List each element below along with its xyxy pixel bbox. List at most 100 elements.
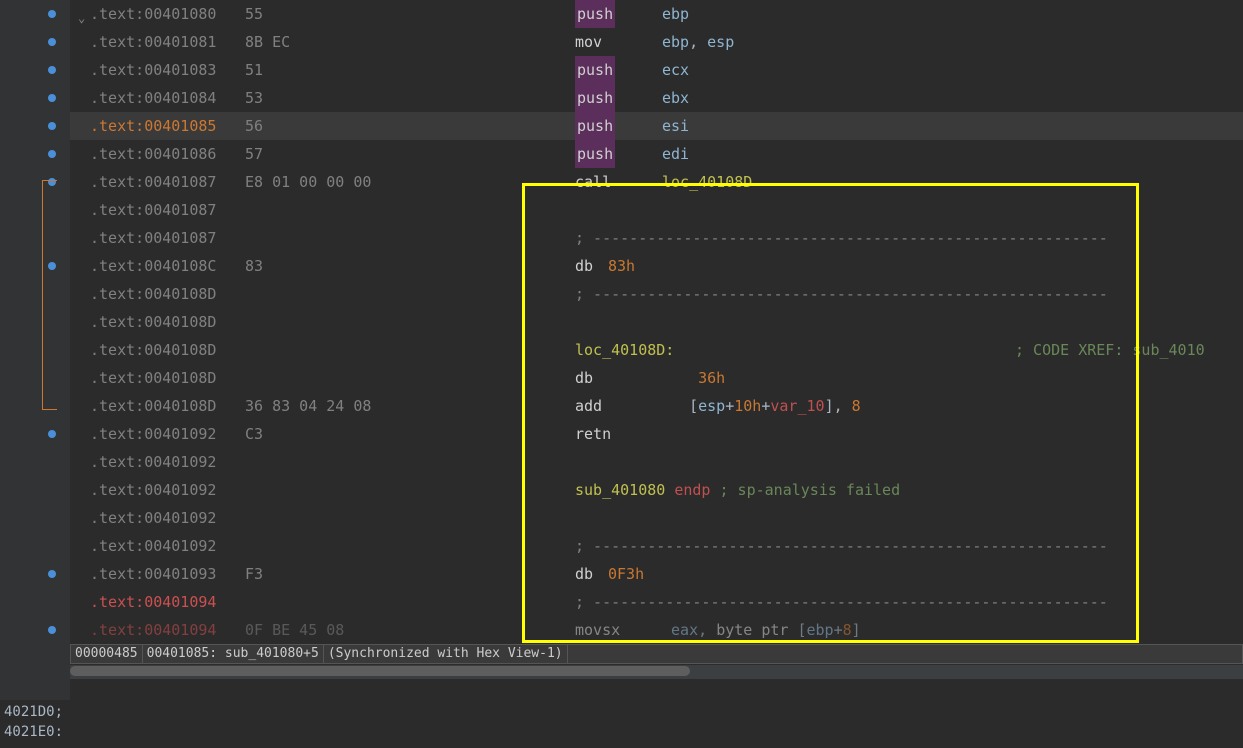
mnemonic: push: [575, 140, 615, 168]
mnemonic: push: [575, 0, 615, 28]
mnemonic: movsx: [575, 616, 620, 644]
mnemonic: mov: [575, 28, 602, 56]
address-text: .text:00401087: [90, 196, 216, 224]
breakpoint-dot[interactable]: [48, 66, 56, 74]
status-bar: 0000048500401085: sub_401080+5(Synchroni…: [70, 644, 1243, 664]
location-label[interactable]: loc_40108D:: [575, 336, 674, 364]
mnemonic: db: [575, 252, 602, 280]
operands: 83h: [608, 252, 635, 280]
output-line: 4021D0;: [4, 702, 1239, 722]
gutter: [0, 0, 70, 700]
disasm-line[interactable]: .text:0040108556pushesi: [70, 112, 1243, 140]
disasm-line[interactable]: .text:0040108D 36 83 04 24 08 add [esp+10h…: [70, 392, 1243, 420]
disasm-line[interactable]: .text:00401092: [70, 448, 1243, 476]
flow-arrow: [42, 180, 57, 410]
disasm-line[interactable]: .text:00401092: [70, 504, 1243, 532]
disasm-line[interactable]: .text:0040108C 83 db 83h: [70, 252, 1243, 280]
address-text: .text:00401092: [90, 476, 216, 504]
address-text: .text:00401093: [90, 560, 216, 588]
operands: edi: [662, 140, 689, 168]
disasm-line[interactable]: .text:0040108351pushecx: [70, 56, 1243, 84]
address-text: .text:00401084: [90, 84, 216, 112]
address-text: .text:00401083: [90, 56, 216, 84]
disasm-line[interactable]: .text:00401094 ; ------------------------…: [70, 588, 1243, 616]
bytes-text: E8 01 00 00 00: [245, 168, 371, 196]
mnemonic: push: [575, 84, 615, 112]
operands: loc_40108D: [662, 168, 752, 196]
address-text: .text:00401080: [90, 0, 216, 28]
mnemonic: add: [575, 392, 602, 420]
operands: [esp+10h+var_10], 8: [662, 392, 861, 420]
address-text: .text:00401081: [90, 28, 216, 56]
breakpoint-dot[interactable]: [48, 626, 56, 634]
breakpoint-dot[interactable]: [48, 122, 56, 130]
disasm-line[interactable]: .text:00401093F3db 0F3h: [70, 560, 1243, 588]
operands: ecx: [662, 56, 689, 84]
bytes-text: 51: [245, 56, 263, 84]
status-offset: 00000485: [71, 645, 143, 663]
address-text: .text:00401086: [90, 140, 216, 168]
operands: eax, byte ptr [ebp+8]: [662, 616, 861, 644]
disasm-line[interactable]: .text:00401087: [70, 196, 1243, 224]
disasm-line[interactable]: .text:00401092; ------------------------…: [70, 532, 1243, 560]
bytes-text: 83: [245, 252, 263, 280]
bytes-text: 36 83 04 24 08: [245, 392, 371, 420]
status-sync: (Synchronized with Hex View-1): [324, 645, 568, 663]
divider-comment: ; --------------------------------------…: [575, 588, 1108, 616]
mnemonic: push: [575, 112, 615, 140]
address-text: .text:00401094: [90, 588, 216, 616]
disasm-line[interactable]: .text:00401087 E8 01 00 00 00 call loc_4010…: [70, 168, 1243, 196]
address-text: .text:00401092: [90, 420, 216, 448]
disasm-line[interactable]: .text:00401092 sub_401080 endp ; sp-analy…: [70, 476, 1243, 504]
disasm-line[interactable]: .text:00401094 0F BE 45 08 movsx eax, byte…: [70, 616, 1243, 644]
bytes-text: 8B EC: [245, 28, 290, 56]
address-text: .text:00401085: [90, 112, 216, 140]
disasm-line[interactable]: .text:0040108453pushebx: [70, 84, 1243, 112]
address-text: .text:0040108D: [90, 280, 216, 308]
disasm-line[interactable]: .text:0040108D loc_40108D: ; CODE XREF: su…: [70, 336, 1243, 364]
address-text: .text:00401092: [90, 532, 216, 560]
output-line: 4021E0:: [4, 722, 1239, 742]
breakpoint-dot[interactable]: [48, 150, 56, 158]
address-text: .text:0040108D: [90, 364, 216, 392]
bytes-text: 57: [245, 140, 263, 168]
disasm-line[interactable]: .text:00401087; ------------------------…: [70, 224, 1243, 252]
bytes-text: C3: [245, 420, 263, 448]
xref-comment[interactable]: ; CODE XREF: sub_4010: [1015, 336, 1205, 364]
bytes-text: 0F BE 45 08: [245, 616, 344, 644]
operands: 36h: [662, 364, 725, 392]
scrollbar-thumb[interactable]: [70, 666, 690, 676]
address-text: .text:00401087: [90, 168, 216, 196]
operands: ebp, esp: [662, 28, 734, 56]
horizontal-scrollbar[interactable]: [70, 665, 1243, 679]
disasm-line[interactable]: .text:0040108D: [70, 308, 1243, 336]
disassembly-view[interactable]: ⌄.text:0040108055pushebp.text:004010818B…: [0, 0, 1243, 700]
mnemonic: call: [575, 168, 611, 196]
address-text: .text:0040108D: [90, 392, 216, 420]
code-pane[interactable]: ⌄.text:0040108055pushebp.text:004010818B…: [70, 0, 1243, 700]
breakpoint-dot[interactable]: [48, 94, 56, 102]
address-text: .text:00401094: [90, 616, 216, 644]
divider-comment: ; --------------------------------------…: [575, 224, 1108, 252]
output-panel[interactable]: 4021D0; 4021E0:: [0, 700, 1243, 748]
breakpoint-dot[interactable]: [48, 430, 56, 438]
disasm-line[interactable]: .text:00401086 57 push edi: [70, 140, 1243, 168]
sub-endp-line: sub_401080 endp ; sp-analysis failed: [575, 476, 900, 504]
operands: ebp: [662, 0, 689, 28]
breakpoint-dot[interactable]: [48, 38, 56, 46]
disasm-line[interactable]: .text:0040108D ; ------------------------…: [70, 280, 1243, 308]
breakpoint-dot[interactable]: [48, 570, 56, 578]
disasm-line[interactable]: ⌄.text:0040108055pushebp: [70, 0, 1243, 28]
breakpoint-dot[interactable]: [48, 10, 56, 18]
bytes-text: 55: [245, 0, 263, 28]
operands: ebx: [662, 84, 689, 112]
address-text: .text:0040108D: [90, 336, 216, 364]
disasm-line[interactable]: .text:00401092C3retn: [70, 420, 1243, 448]
address-text: .text:0040108D: [90, 308, 216, 336]
disasm-line[interactable]: .text:00401081 8B EC mov ebp, esp: [70, 28, 1243, 56]
divider-comment: ; --------------------------------------…: [575, 280, 1108, 308]
mnemonic: db: [575, 364, 593, 392]
operands: 0F3h: [608, 560, 644, 588]
disasm-line[interactable]: .text:0040108D db 36h: [70, 364, 1243, 392]
address-text: .text:0040108C: [90, 252, 216, 280]
